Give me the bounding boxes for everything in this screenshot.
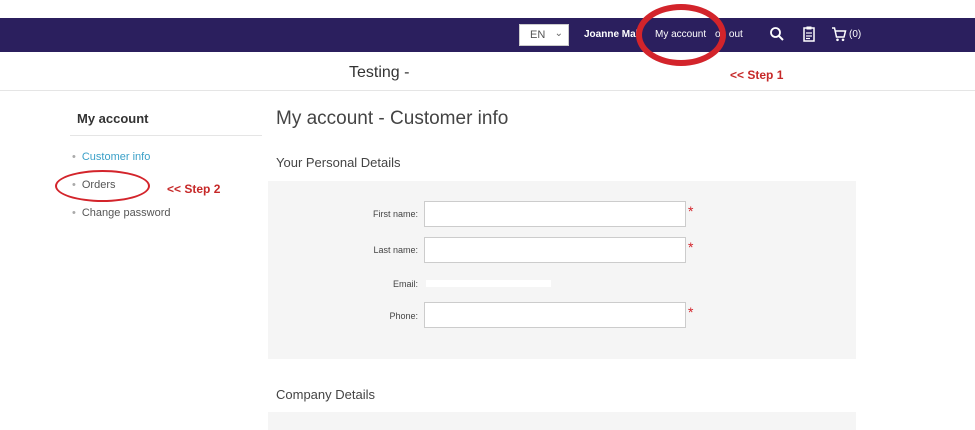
sidebar-divider bbox=[70, 135, 262, 136]
email-label: Email: bbox=[392, 279, 418, 289]
clipboard-icon[interactable] bbox=[800, 25, 818, 43]
first-name-input[interactable] bbox=[424, 201, 686, 227]
page-title: My account - Customer info bbox=[276, 108, 509, 129]
cart-count: (0) bbox=[849, 29, 862, 40]
top-navbar bbox=[0, 18, 975, 52]
cart-icon[interactable] bbox=[830, 25, 848, 43]
chevron-down-icon: ⌄ bbox=[554, 28, 563, 39]
language-value: EN bbox=[530, 29, 546, 41]
company-details-heading: Company Details bbox=[276, 387, 375, 402]
step2-circle-annotation bbox=[55, 170, 150, 202]
personal-details-heading: Your Personal Details bbox=[276, 155, 401, 170]
last-name-label: Last name: bbox=[373, 245, 418, 255]
search-icon[interactable] bbox=[768, 25, 786, 43]
phone-input[interactable] bbox=[424, 302, 686, 328]
user-name-link[interactable]: Joanne Mal bbox=[584, 29, 638, 40]
required-marker: * bbox=[688, 304, 694, 320]
sidebar-item-change-password[interactable]: • Change password bbox=[72, 207, 171, 219]
email-value bbox=[426, 280, 551, 287]
step1-circle-annotation bbox=[636, 4, 726, 66]
required-marker: * bbox=[688, 203, 694, 219]
sidebar-title: My account bbox=[77, 111, 149, 126]
top-strip bbox=[0, 0, 975, 18]
header-divider bbox=[0, 90, 975, 91]
sidebar-item-label: Change password bbox=[81, 207, 171, 219]
required-marker: * bbox=[688, 239, 694, 255]
store-title: Testing - bbox=[349, 64, 410, 81]
sidebar-item-customer-info[interactable]: • Customer info bbox=[72, 151, 150, 163]
bullet-icon: • bbox=[72, 151, 76, 163]
step1-annotation: << Step 1 bbox=[730, 68, 784, 82]
last-name-input[interactable] bbox=[424, 237, 686, 263]
bullet-icon: • bbox=[72, 207, 76, 219]
language-select[interactable]: EN ⌄ bbox=[519, 24, 569, 46]
sidebar-item-label: Customer info bbox=[81, 151, 151, 163]
first-name-label: First name: bbox=[372, 209, 418, 219]
company-details-panel bbox=[268, 412, 856, 430]
phone-label: Phone: bbox=[389, 311, 418, 321]
step2-annotation: << Step 2 bbox=[167, 182, 221, 196]
